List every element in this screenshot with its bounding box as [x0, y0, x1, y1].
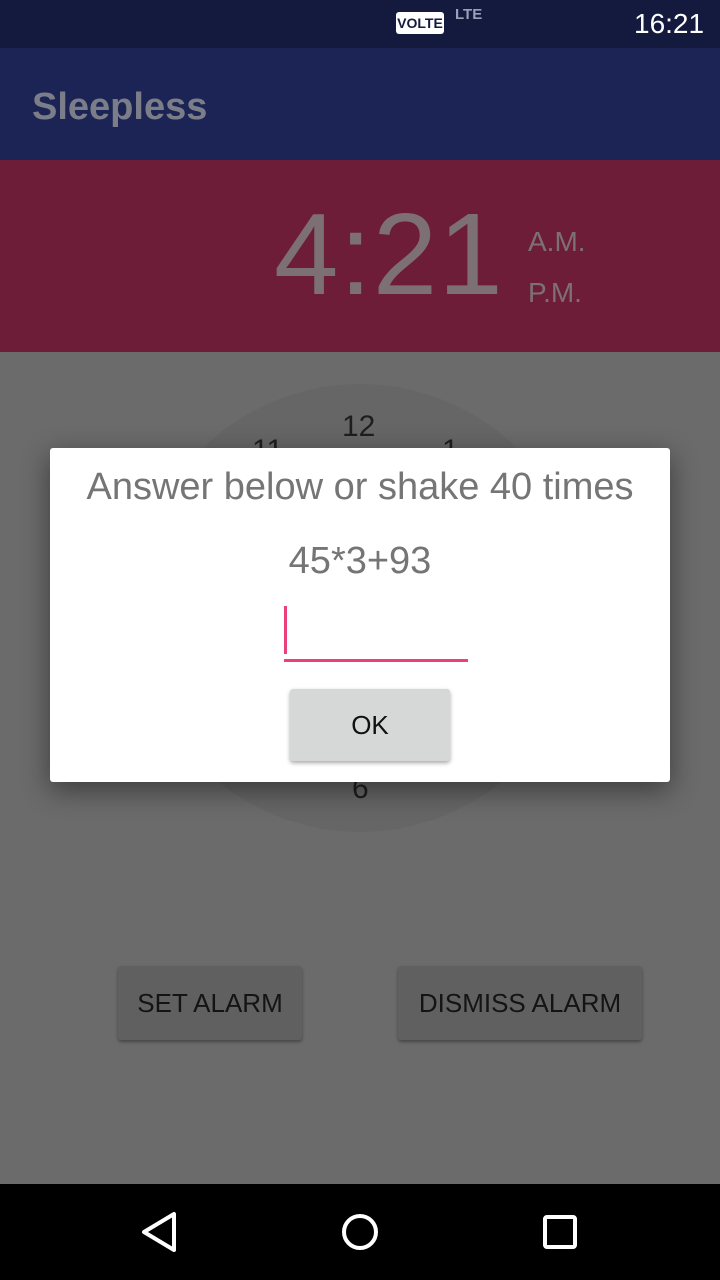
status-bar — [0, 0, 720, 48]
status-time: 16:21 — [634, 8, 705, 39]
selected-time[interactable]: 4:21 — [274, 196, 504, 312]
clock-number-12[interactable]: 12 — [342, 410, 375, 444]
home-icon[interactable] — [336, 1208, 384, 1256]
set-alarm-button[interactable]: SET ALARM — [118, 966, 302, 1040]
recents-icon[interactable] — [536, 1208, 584, 1256]
math-question: 45*3+93 — [288, 540, 432, 582]
pm-toggle[interactable]: P.M. — [528, 277, 582, 309]
dismiss-alarm-button[interactable]: DISMISS ALARM — [398, 966, 642, 1040]
volte-badge: VOLTE — [396, 12, 444, 34]
back-icon[interactable] — [136, 1208, 184, 1256]
app-title: Sleepless — [32, 86, 208, 128]
dialog-title: Answer below or shake 40 times — [86, 466, 634, 508]
text-cursor — [284, 606, 287, 654]
ok-button[interactable]: OK — [290, 689, 450, 761]
answer-input[interactable] — [284, 604, 468, 662]
am-toggle[interactable]: A.M. — [528, 226, 586, 258]
lte-indicator: LTE — [455, 6, 483, 23]
